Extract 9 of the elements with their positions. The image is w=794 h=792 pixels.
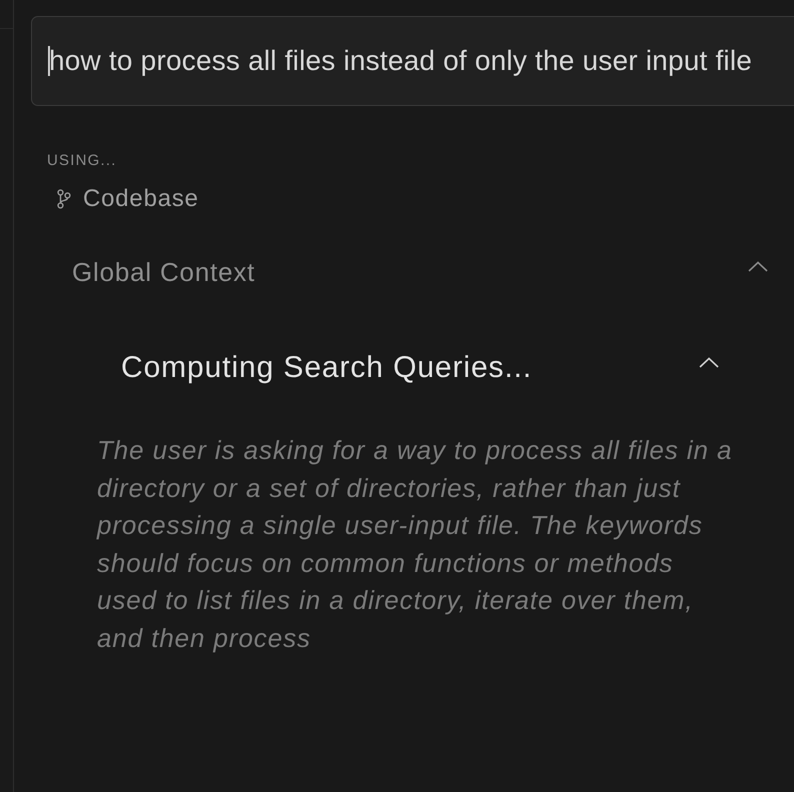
query-field[interactable]: how to process all files instead of only the user input file — [31, 16, 794, 106]
chevron-up-icon[interactable] — [699, 356, 719, 368]
source-label: Codebase — [83, 185, 199, 213]
reasoning-text: The user is asking for a way to process all files in a directory or a set of directories, rather than just processing a single user-input file. The keywords should focus on common functions or methods used to list files in a directory, iterate over them, and then process — [97, 434, 734, 654]
context-heading: USING... — [47, 152, 117, 170]
section-title: Computing Search Queries... — [121, 351, 532, 385]
section-title: Global Context — [72, 257, 256, 287]
chevron-up-icon[interactable] — [748, 260, 768, 272]
branch-icon — [57, 189, 71, 209]
